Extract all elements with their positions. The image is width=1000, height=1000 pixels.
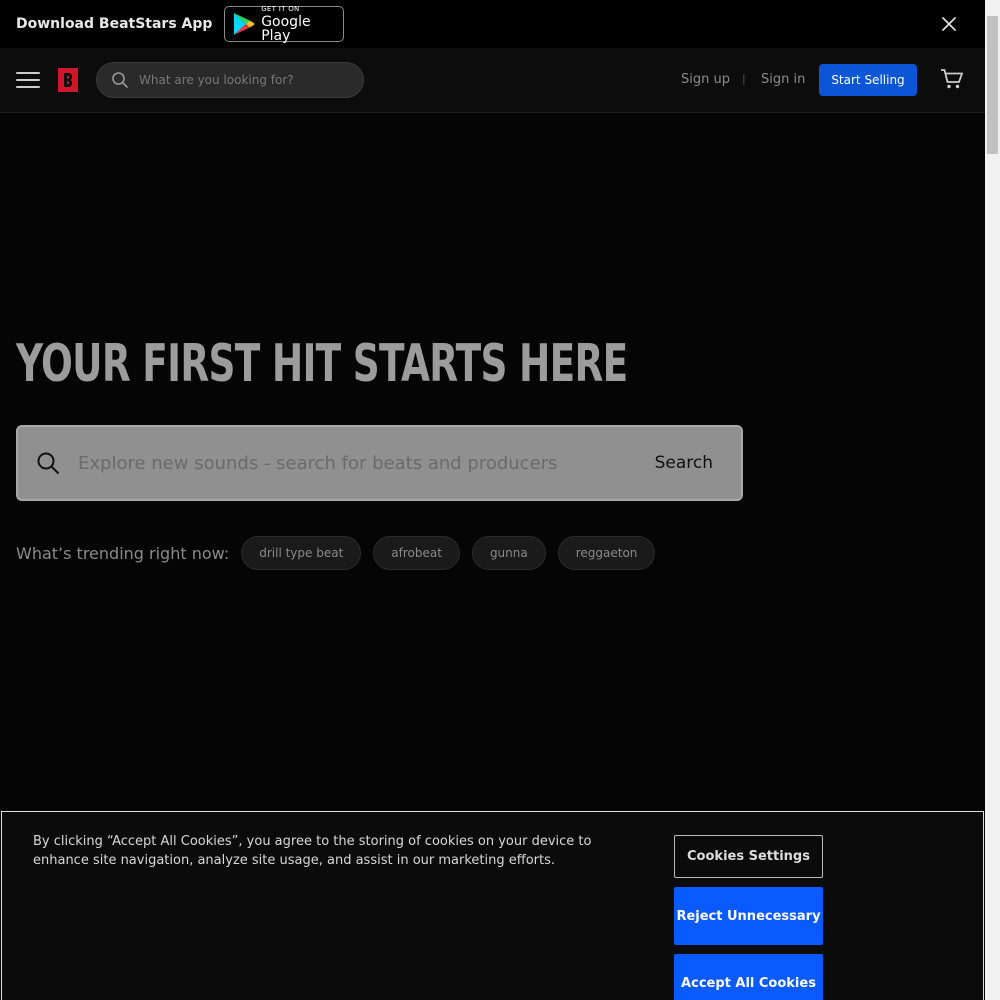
header-search-input[interactable]: [139, 73, 349, 87]
site-header: Sign up | Sign in Start Selling: [0, 48, 985, 113]
trending-label: What’s trending right now:: [16, 543, 230, 563]
google-play-icon: [234, 13, 255, 35]
hero-title: YOUR FIRST HIT STARTS HERE: [16, 334, 628, 394]
search-icon: [112, 72, 128, 88]
accept-all-cookies-button[interactable]: Accept All Cookies: [674, 954, 823, 1000]
sign-in-link[interactable]: Sign in: [761, 72, 805, 87]
trending-chip[interactable]: gunna: [471, 536, 546, 570]
hero-search-input[interactable]: [78, 452, 618, 474]
hero-search[interactable]: Search: [16, 425, 743, 501]
badge-big-text: Google Play: [261, 13, 311, 44]
menu-icon[interactable]: [16, 70, 40, 90]
sign-up-link[interactable]: Sign up: [681, 72, 730, 87]
hero-search-button[interactable]: Search: [655, 453, 713, 473]
app-download-banner: Download BeatStars App GET IT ON Google …: [0, 0, 985, 48]
cookies-settings-button[interactable]: Cookies Settings: [674, 835, 823, 878]
cookie-message: By clicking “Accept All Cookies”, you ag…: [33, 834, 592, 868]
start-selling-button[interactable]: Start Selling: [819, 64, 917, 96]
trending-chip[interactable]: afrobeat: [373, 536, 460, 570]
nav-separator: |: [742, 72, 746, 85]
badge-small-text: GET IT ON: [261, 4, 300, 13]
google-play-badge[interactable]: GET IT ON Google Play: [224, 4, 345, 44]
beatstars-logo-icon[interactable]: [58, 68, 78, 92]
trending-chip[interactable]: drill type beat: [241, 536, 362, 570]
header-search[interactable]: [96, 62, 364, 98]
trending-section: What’s trending right now: drill type be…: [16, 536, 667, 570]
scrollbar-thumb[interactable]: [987, 16, 998, 154]
reject-unnecessary-button[interactable]: Reject Unnecessary: [674, 887, 823, 945]
app-banner-text: Download BeatStars App: [16, 16, 213, 32]
search-icon: [37, 452, 59, 474]
trending-chip[interactable]: reggaeton: [557, 536, 656, 570]
cookie-consent-banner: By clicking “Accept All Cookies”, you ag…: [1, 811, 984, 1000]
cart-icon[interactable]: [940, 68, 964, 90]
close-icon[interactable]: [940, 15, 958, 33]
